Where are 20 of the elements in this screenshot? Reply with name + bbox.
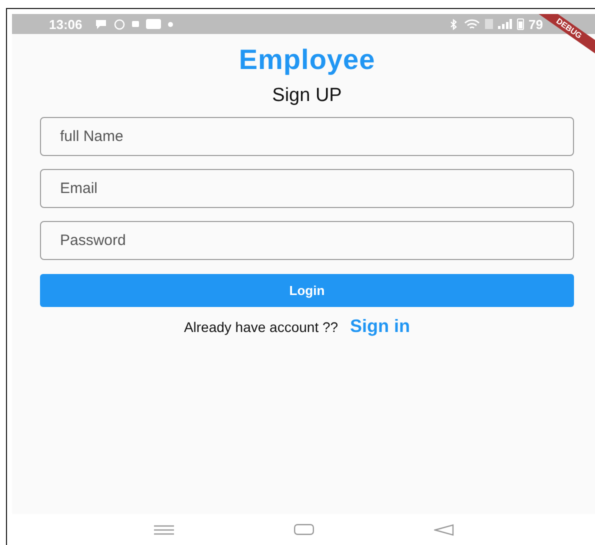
back-icon[interactable] [434,524,454,536]
input-field[interactable]: Password [40,221,574,260]
app-icon [146,19,162,29]
sign-in-link[interactable]: Sign in [350,316,410,337]
login-button[interactable]: Login [40,274,574,307]
battery-icon [516,18,524,30]
bluetooth-icon [448,18,459,30]
input-field[interactable]: Email [40,169,574,208]
signal-icon [498,19,512,29]
app-title: Employee [238,44,376,76]
chat-bubble-icon [95,19,108,29]
dot-icon [168,22,174,26]
wifi-icon [464,18,480,30]
clock-time: 13:06 [49,16,82,32]
account-prompt: Already have account ?? [184,319,338,335]
recent-apps-icon[interactable] [154,524,174,534]
home-icon[interactable] [294,524,314,535]
battery-level: 79 [528,16,543,32]
page-subtitle: Sign UP [272,85,342,107]
input-field[interactable]: full Name [40,117,574,156]
